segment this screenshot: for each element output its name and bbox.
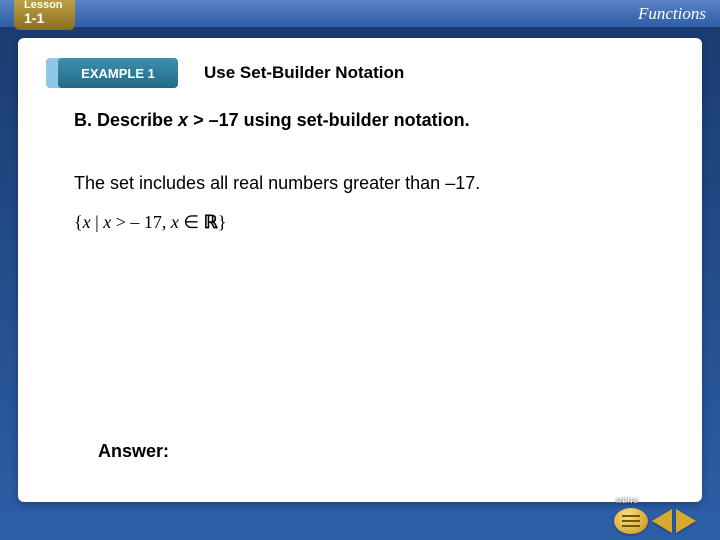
- question-text: B. Describe x > –17 using set-builder no…: [74, 110, 656, 131]
- question-var: x: [178, 110, 188, 130]
- title-row: EXAMPLE 1 Use Set-Builder Notation: [46, 58, 702, 88]
- question-rest: > –17 using set-builder notation.: [188, 110, 470, 130]
- unit-title: Functions: [638, 4, 706, 24]
- answer-label: Answer:: [98, 441, 169, 462]
- prev-arrow-icon[interactable]: [652, 509, 672, 533]
- badge-label: EXAMPLE 1: [58, 58, 178, 88]
- lesson-number: 1-1: [24, 10, 44, 26]
- example-badge: EXAMPLE 1: [46, 58, 186, 88]
- next-arrow-icon[interactable]: [676, 509, 696, 533]
- set-builder-notation: {x | x > – 17, x ∈ ℝ}: [74, 212, 656, 233]
- bottom-nav: MENU: [614, 508, 696, 534]
- lesson-tab: Lesson 1-1: [14, 0, 75, 30]
- slide-content: B. Describe x > –17 using set-builder no…: [18, 88, 702, 233]
- explanation-text: The set includes all real numbers greate…: [74, 173, 656, 194]
- top-bar: Lesson 1-1 Functions: [0, 0, 720, 28]
- menu-button[interactable]: MENU: [614, 508, 648, 534]
- slide-area: EXAMPLE 1 Use Set-Builder Notation B. De…: [18, 38, 702, 502]
- menu-label: MENU: [616, 498, 639, 505]
- slide-title: Use Set-Builder Notation: [204, 63, 404, 83]
- question-prefix: B. Describe: [74, 110, 178, 130]
